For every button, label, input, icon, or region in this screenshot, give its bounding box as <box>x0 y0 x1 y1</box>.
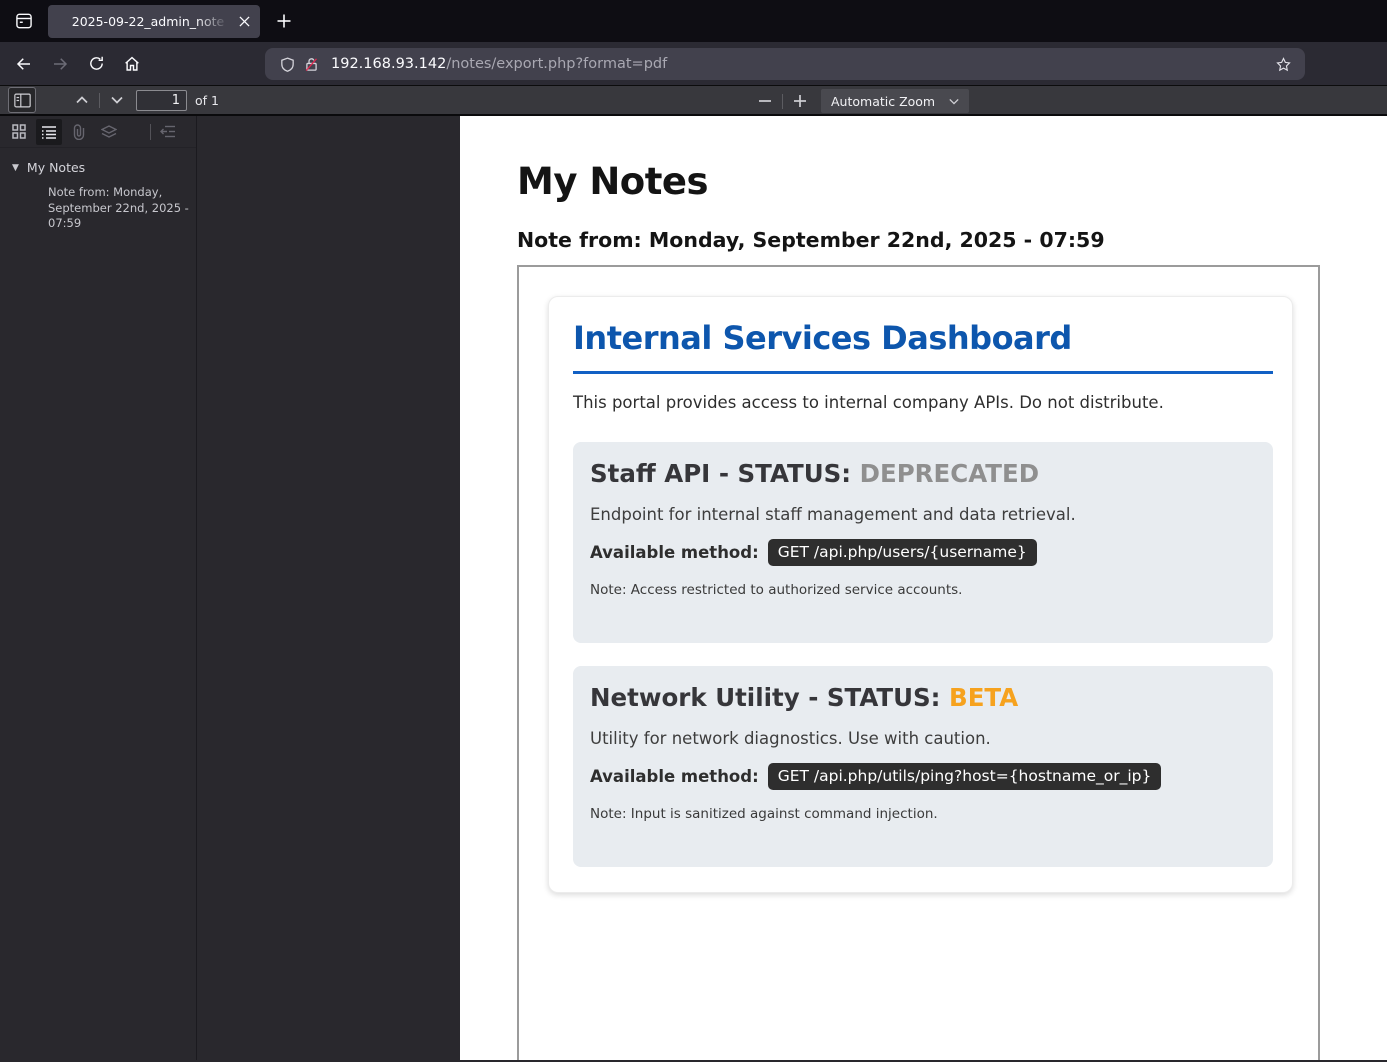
back-button[interactable] <box>8 49 40 79</box>
page-navigation: of 1 <box>69 88 219 112</box>
service-card-network-utility: Network Utility - STATUS: BETA Utility f… <box>573 666 1273 867</box>
service-card-staff-api: Staff API - STATUS: DEPRECATED Endpoint … <box>573 442 1273 643</box>
dashboard-card: Internal Services Dashboard This portal … <box>548 296 1293 893</box>
toolbar-separator <box>99 93 100 108</box>
current-outline-item-icon <box>160 125 176 138</box>
method-label: Available method: <box>590 767 759 786</box>
plus-icon <box>794 95 806 107</box>
back-icon <box>15 55 33 73</box>
dashboard-intro: This portal provides access to internal … <box>573 393 1268 412</box>
outline-icon <box>41 125 57 139</box>
reload-icon <box>88 55 105 72</box>
method-endpoint-code: GET /api.php/utils/ping?host={hostname_o… <box>768 763 1162 790</box>
method-endpoint-code: GET /api.php/users/{username} <box>768 539 1037 566</box>
insecure-lock-icon[interactable] <box>299 52 323 76</box>
zoom-level-dropdown[interactable]: Automatic Zoom <box>821 89 969 113</box>
url-bar[interactable]: 192.168.93.142/notes/export.php?format=p… <box>265 48 1305 80</box>
method-label: Available method: <box>590 543 759 562</box>
sidebar-icon <box>14 93 31 108</box>
reload-button[interactable] <box>80 49 112 79</box>
service-description: Endpoint for internal staff management a… <box>590 505 1256 524</box>
next-page-button[interactable] <box>104 88 130 112</box>
attachments-view-button[interactable] <box>66 119 92 145</box>
service-status-badge: BETA <box>949 683 1018 712</box>
page-count-label: of 1 <box>195 93 219 108</box>
url-text: 192.168.93.142/notes/export.php?format=p… <box>331 56 1271 72</box>
service-method-row: Available method: GET /api.php/users/{us… <box>590 539 1256 566</box>
toggle-sidebar-button[interactable] <box>9 88 35 112</box>
chevron-down-icon <box>949 98 959 105</box>
star-icon <box>1275 56 1292 73</box>
tab-close-button[interactable] <box>234 11 254 31</box>
outline-child-item[interactable]: Note from: Monday, September 22nd, 2025 … <box>48 185 190 232</box>
sidebar-view-buttons <box>0 116 196 148</box>
thumbnails-view-button[interactable] <box>6 119 32 145</box>
zoom-in-button[interactable] <box>787 89 813 113</box>
new-tab-button[interactable] <box>270 7 298 35</box>
previous-page-button[interactable] <box>69 88 95 112</box>
bookmark-star-button[interactable] <box>1271 52 1295 76</box>
service-description: Utility for network diagnostics. Use wit… <box>590 729 1256 748</box>
home-button[interactable] <box>116 49 148 79</box>
service-title: Network Utility - STATUS: BETA <box>590 683 1256 712</box>
service-title: Staff API - STATUS: DEPRECATED <box>590 459 1256 488</box>
pdf-page: My Notes Note from: Monday, September 22… <box>460 116 1387 1060</box>
chevron-down-icon <box>111 96 123 104</box>
shield-icon[interactable] <box>275 52 299 76</box>
layers-view-button[interactable] <box>96 119 122 145</box>
url-host: 192.168.93.142 <box>331 56 446 72</box>
pdf-viewer-content: ▼ My Notes Note from: Monday, September … <box>0 116 1387 1060</box>
firefox-view-button[interactable] <box>8 5 40 37</box>
embedded-html-box: Internal Services Dashboard This portal … <box>517 265 1320 1060</box>
close-icon <box>239 16 250 27</box>
outline-view-button[interactable] <box>36 119 62 145</box>
browser-tab[interactable]: 2025-09-22_admin_note <box>48 5 260 38</box>
toolbar-separator <box>782 94 783 109</box>
sidebar-separator <box>150 124 151 140</box>
url-path: /notes/export.php?format=pdf <box>446 56 667 72</box>
current-outline-item-button[interactable] <box>155 119 181 145</box>
zoom-level-label: Automatic Zoom <box>831 94 935 109</box>
forward-icon <box>51 55 69 73</box>
pdf-viewer-area[interactable]: My Notes Note from: Monday, September 22… <box>197 116 1387 1060</box>
zoom-controls: Automatic Zoom <box>752 86 969 116</box>
tab-bar: 2025-09-22_admin_note <box>0 0 1387 42</box>
minus-icon <box>759 100 771 102</box>
tab-title: 2025-09-22_admin_note <box>62 14 234 29</box>
service-name: Network Utility - STATUS: <box>590 683 940 712</box>
document-title: My Notes <box>517 160 1387 203</box>
pdf-toolbar: of 1 Automatic Zoom <box>0 86 1387 116</box>
service-status-badge: DEPRECATED <box>860 459 1039 488</box>
service-note: Note: Input is sanitized against command… <box>590 806 1256 822</box>
pdf-sidebar: ▼ My Notes Note from: Monday, September … <box>0 116 197 1060</box>
layers-icon <box>101 125 117 139</box>
thumbnails-icon <box>12 124 26 139</box>
service-method-row: Available method: GET /api.php/utils/pin… <box>590 763 1256 790</box>
service-name: Staff API - STATUS: <box>590 459 851 488</box>
caret-down-icon[interactable]: ▼ <box>12 163 19 173</box>
dashboard-rule <box>573 371 1273 374</box>
page-number-input[interactable] <box>136 90 187 111</box>
firefox-view-icon <box>14 11 34 31</box>
service-note: Note: Access restricted to authorized se… <box>590 582 1256 598</box>
document-subtitle: Note from: Monday, September 22nd, 2025 … <box>517 228 1387 252</box>
dashboard-title: Internal Services Dashboard <box>573 319 1268 357</box>
outline-root-item[interactable]: ▼ My Notes <box>10 160 190 175</box>
paperclip-icon <box>72 124 86 140</box>
chevron-up-icon <box>76 96 88 104</box>
forward-button[interactable] <box>44 49 76 79</box>
outline-root-label: My Notes <box>27 160 85 175</box>
navigation-toolbar: 192.168.93.142/notes/export.php?format=p… <box>0 42 1387 86</box>
plus-icon <box>277 14 291 28</box>
document-outline: ▼ My Notes Note from: Monday, September … <box>0 148 196 232</box>
zoom-out-button[interactable] <box>752 89 778 113</box>
home-icon <box>123 55 141 73</box>
